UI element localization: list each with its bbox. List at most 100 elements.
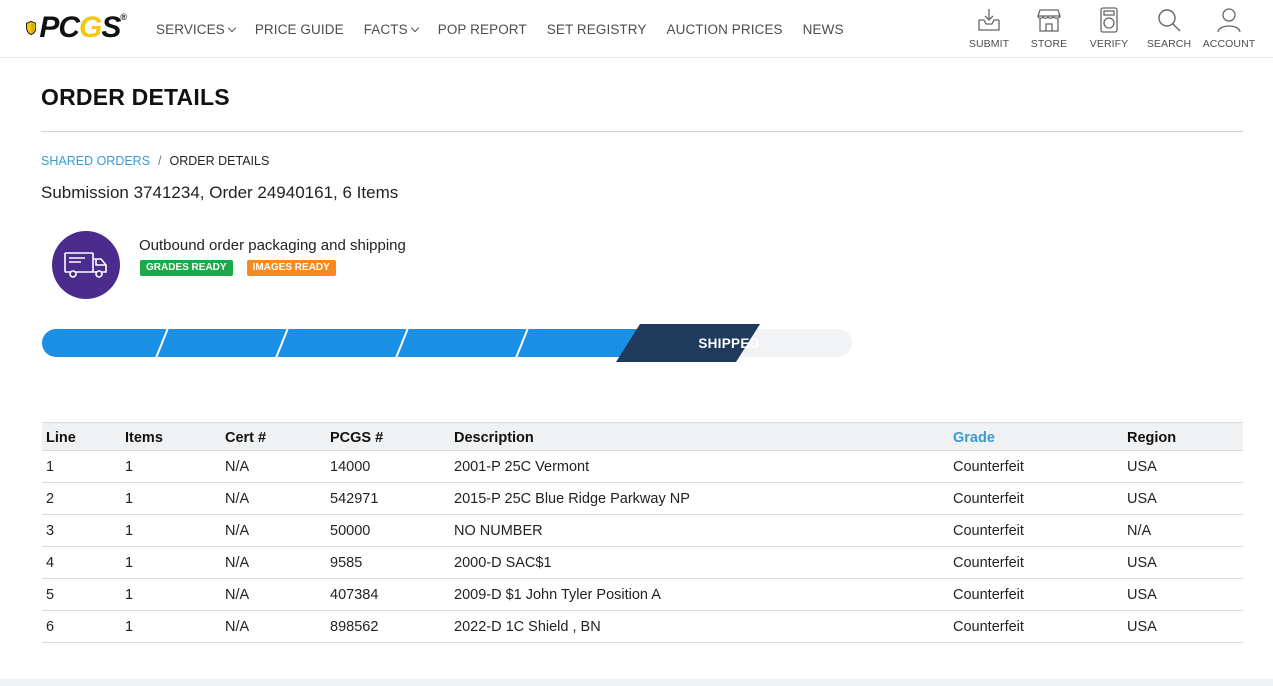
table-cell: 50000 [330,522,371,539]
nav-facts[interactable]: FACTS [364,22,419,37]
images-ready-badge: IMAGES READY [246,260,336,276]
column-header-cert: Cert # [225,429,267,446]
table-cell: 2001-P 25C Vermont [454,458,590,475]
table-cell: 5 [46,586,55,603]
order-summary: Submission 3741234, Order 24940161, 6 It… [41,183,399,202]
table-row: 4 1 N/A 9585 2000-D SAC$1 Counterfeit USA [42,547,1243,579]
table-cell: N/A [225,618,250,635]
chevron-down-icon [410,23,419,33]
shield-logo-icon [26,20,37,36]
table-cell: 1 [125,618,134,635]
column-header-pcgs: PCGS # [330,429,384,446]
table-cell: USA [1127,490,1157,507]
table-cell: Counterfeit [953,618,1024,635]
submit-button[interactable]: SUBMIT [959,0,1019,58]
table-cell: 2022-D 1C Shield , BN [454,618,601,635]
breadcrumb-current: ORDER DETAILS [169,154,270,168]
table-cell: 1 [125,490,134,507]
table-cell: USA [1127,458,1157,475]
verify-slab-icon [1100,7,1118,33]
table-cell: 407384 [330,586,379,603]
table-cell: 2009-D $1 John Tyler Position A [454,586,661,603]
table-cell: 4 [46,554,55,571]
table-cell: N/A [225,522,250,539]
nav-price-guide[interactable]: PRICE GUIDE [255,22,344,37]
table-cell: N/A [225,554,250,571]
table-row: 6 1 N/A 898562 2022-D 1C Shield , BN Counterf… [42,611,1243,643]
table-cell: N/A [225,490,250,507]
status-badges: GRADES READY IMAGES READY [140,260,350,276]
column-header-region: Region [1127,429,1177,446]
table-cell: Counterfeit [953,586,1024,603]
verify-button[interactable]: VERIFY [1079,0,1139,58]
table-cell: 14000 [330,458,371,475]
site-header: PCGS® SERVICES PRICE GUIDE FACTS POP REP… [0,0,1273,58]
footer-strip [0,679,1273,686]
nav-pop-report[interactable]: POP REPORT [438,22,527,37]
table-cell: 9585 [330,554,363,571]
table-row: 2 1 N/A 542971 2015-P 25C Blue Ridge Parkway… [42,483,1243,515]
submit-tray-icon [978,9,1000,31]
table-cell: N/A [1127,522,1152,539]
status-text: Outbound order packaging and shipping [139,237,406,254]
table-body: 1 1 N/A 14000 2001-P 25C Vermont Counterfeit U… [42,451,1243,643]
table-cell: 898562 [330,618,379,635]
nav-services[interactable]: SERVICES [156,22,237,37]
search-button[interactable]: SEARCH [1139,0,1199,58]
title-divider [41,131,1243,132]
breadcrumb: SHARED ORDERS / ORDER DETAILS [41,154,269,168]
order-items-table: Line Items Cert # PCGS # Description Grade Reg… [42,422,1243,643]
header-actions: SUBMIT STORE VERIFY SEARCH ACCOUNT [959,0,1259,58]
progress-current-step-label: SHIPPED [698,335,760,351]
account-button[interactable]: ACCOUNT [1199,0,1259,58]
table-header-row: Line Items Cert # PCGS # Description Grade Reg… [42,422,1243,451]
table-cell: USA [1127,618,1157,635]
column-header-line: Line [46,429,76,446]
column-header-description: Description [454,429,534,446]
table-cell: Counterfeit [953,490,1024,507]
store-button[interactable]: STORE [1019,0,1079,58]
grades-ready-badge: GRADES READY [140,260,233,276]
nav-set-registry[interactable]: SET REGISTRY [547,22,647,37]
table-cell: Counterfeit [953,522,1024,539]
table-cell: 3 [46,522,55,539]
store-icon [1037,9,1061,32]
nav-auction-prices[interactable]: AUCTION PRICES [666,22,782,37]
order-progress-bar: SHIPPED [42,323,852,363]
table-cell: 6 [46,618,55,635]
table-cell: Counterfeit [953,554,1024,571]
breadcrumb-shared-orders-link[interactable]: SHARED ORDERS [41,154,150,168]
account-icon [1217,8,1241,33]
progress-completed-track [42,329,640,357]
breadcrumb-separator: / [158,154,162,168]
logo-wordmark: PCGS® [39,11,127,44]
status-icon-circle [52,231,120,299]
table-cell: N/A [225,586,250,603]
table-cell: 1 [125,586,134,603]
table-cell: NO NUMBER [454,522,543,539]
table-cell: 2000-D SAC$1 [454,554,552,571]
column-header-grade[interactable]: Grade [949,428,1123,446]
table-cell: Counterfeit [953,458,1024,475]
table-row: 3 1 N/A 50000 NO NUMBER Counterfeit N/A [42,515,1243,547]
table-row: 5 1 N/A 407384 2009-D $1 John Tyler Position… [42,579,1243,611]
table-cell: 2 [46,490,55,507]
table-cell: 1 [125,522,134,539]
page-title: ORDER DETAILS [41,84,230,110]
table-cell: USA [1127,586,1157,603]
table-cell: 2015-P 25C Blue Ridge Parkway NP [454,490,690,507]
table-cell: 1 [125,458,134,475]
table-cell: 1 [46,458,55,475]
pcgs-logo[interactable]: PCGS® [26,11,127,45]
nav-news[interactable]: NEWS [803,22,844,37]
chevron-down-icon [227,23,237,33]
table-cell: 542971 [330,490,379,507]
column-header-items: Items [125,429,163,446]
truck-icon [64,252,107,278]
main-nav: SERVICES PRICE GUIDE FACTS POP REPORT SE… [156,0,864,58]
search-icon [1158,9,1181,32]
table-cell: 1 [125,554,134,571]
table-cell: USA [1127,554,1157,571]
table-cell: N/A [225,458,250,475]
table-row: 1 1 N/A 14000 2001-P 25C Vermont Counterfeit U… [42,451,1243,483]
